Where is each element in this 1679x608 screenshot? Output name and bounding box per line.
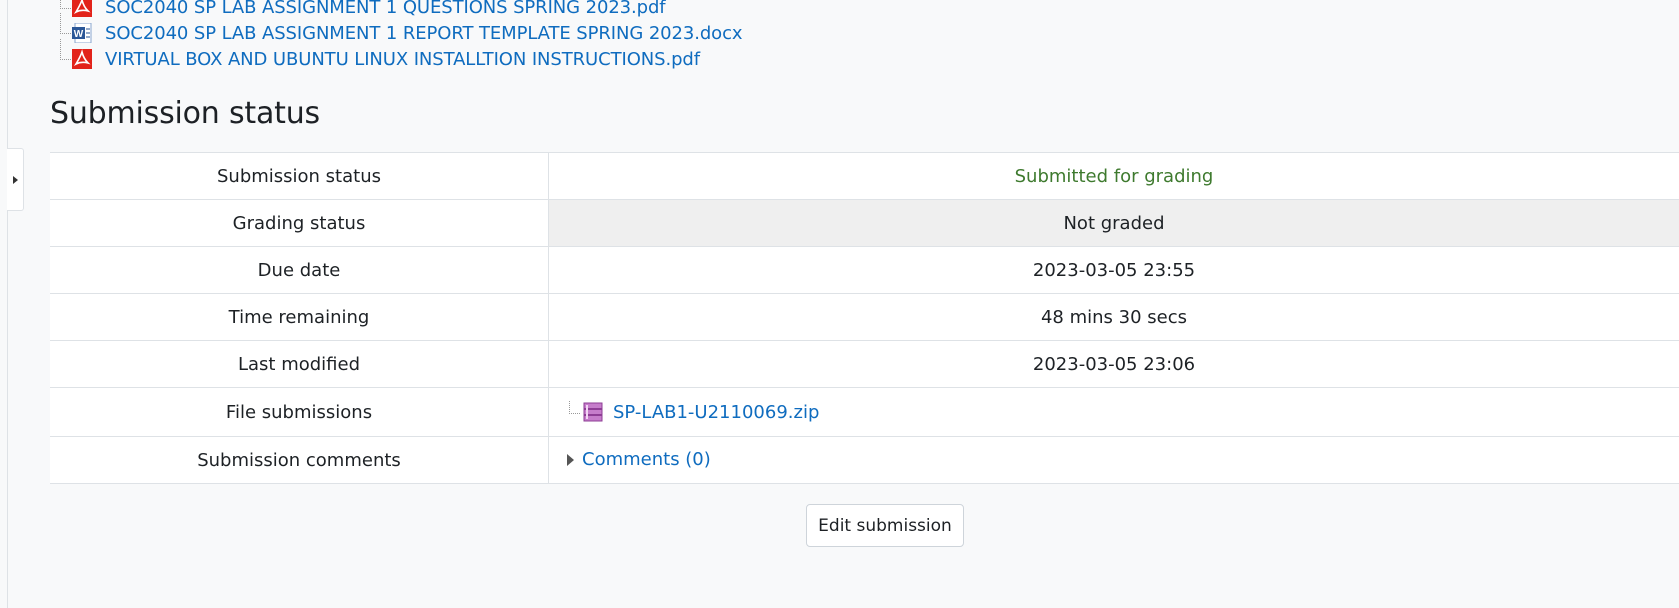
due-date-value: 2023-03-05 23:55 <box>548 246 1679 294</box>
word-doc-icon: W <box>72 23 92 43</box>
submitted-file-link[interactable]: SP-LAB1-U2110069.zip <box>613 402 819 423</box>
file-link[interactable]: VIRTUAL BOX AND UBUNTU LINUX INSTALLTION… <box>105 49 700 70</box>
submission-comments-cell: Comments (0) <box>548 436 1679 484</box>
table-row: Last modified 2023-03-05 23:06 <box>50 340 1679 388</box>
file-link[interactable]: SOC2040 SP LAB ASSIGNMENT 1 REPORT TEMPL… <box>105 23 743 44</box>
table-row: Grading status Not graded <box>50 199 1679 247</box>
submission-status-value: Submitted for grading <box>548 152 1679 200</box>
chevron-right-icon <box>12 175 18 184</box>
svg-text:W: W <box>74 29 84 40</box>
table-row: Submission comments Comments (0) <box>50 436 1679 484</box>
submitted-file[interactable]: SP-LAB1-U2110069.zip <box>569 397 819 427</box>
file-submissions-cell: SP-LAB1-U2110069.zip <box>548 387 1679 437</box>
row-label: Last modified <box>50 340 549 388</box>
caret-right-icon <box>567 453 574 466</box>
time-remaining-value: 48 mins 30 secs <box>548 293 1679 341</box>
comments-toggle[interactable]: Comments (0) <box>567 449 711 470</box>
comments-link[interactable]: Comments (0) <box>582 449 711 470</box>
row-label: Due date <box>50 246 549 294</box>
last-modified-value: 2023-03-05 23:06 <box>548 340 1679 388</box>
table-row: Submission status Submitted for grading <box>50 152 1679 200</box>
row-label: Time remaining <box>50 293 549 341</box>
pdf-icon <box>72 0 92 17</box>
left-divider <box>7 0 8 608</box>
row-label: Submission comments <box>50 436 549 484</box>
drawer-toggle-button[interactable] <box>7 148 24 211</box>
table-row: File submissions SP-LAB1-U2110069.zip <box>50 387 1679 437</box>
pdf-icon <box>72 49 92 69</box>
submission-status-table: Submission status Submitted for grading … <box>50 152 1679 484</box>
row-label: Submission status <box>50 152 549 200</box>
file-link[interactable]: SOC2040 SP LAB ASSIGNMENT 1 QUESTIONS SP… <box>105 0 666 18</box>
zip-archive-icon <box>583 402 603 422</box>
table-row: Time remaining 48 mins 30 secs <box>50 293 1679 341</box>
grading-status-value: Not graded <box>548 199 1679 247</box>
row-label: File submissions <box>50 387 549 437</box>
table-row: Due date 2023-03-05 23:55 <box>50 246 1679 294</box>
section-title: Submission status <box>50 96 320 131</box>
edit-submission-button[interactable]: Edit submission <box>806 504 964 547</box>
row-label: Grading status <box>50 199 549 247</box>
